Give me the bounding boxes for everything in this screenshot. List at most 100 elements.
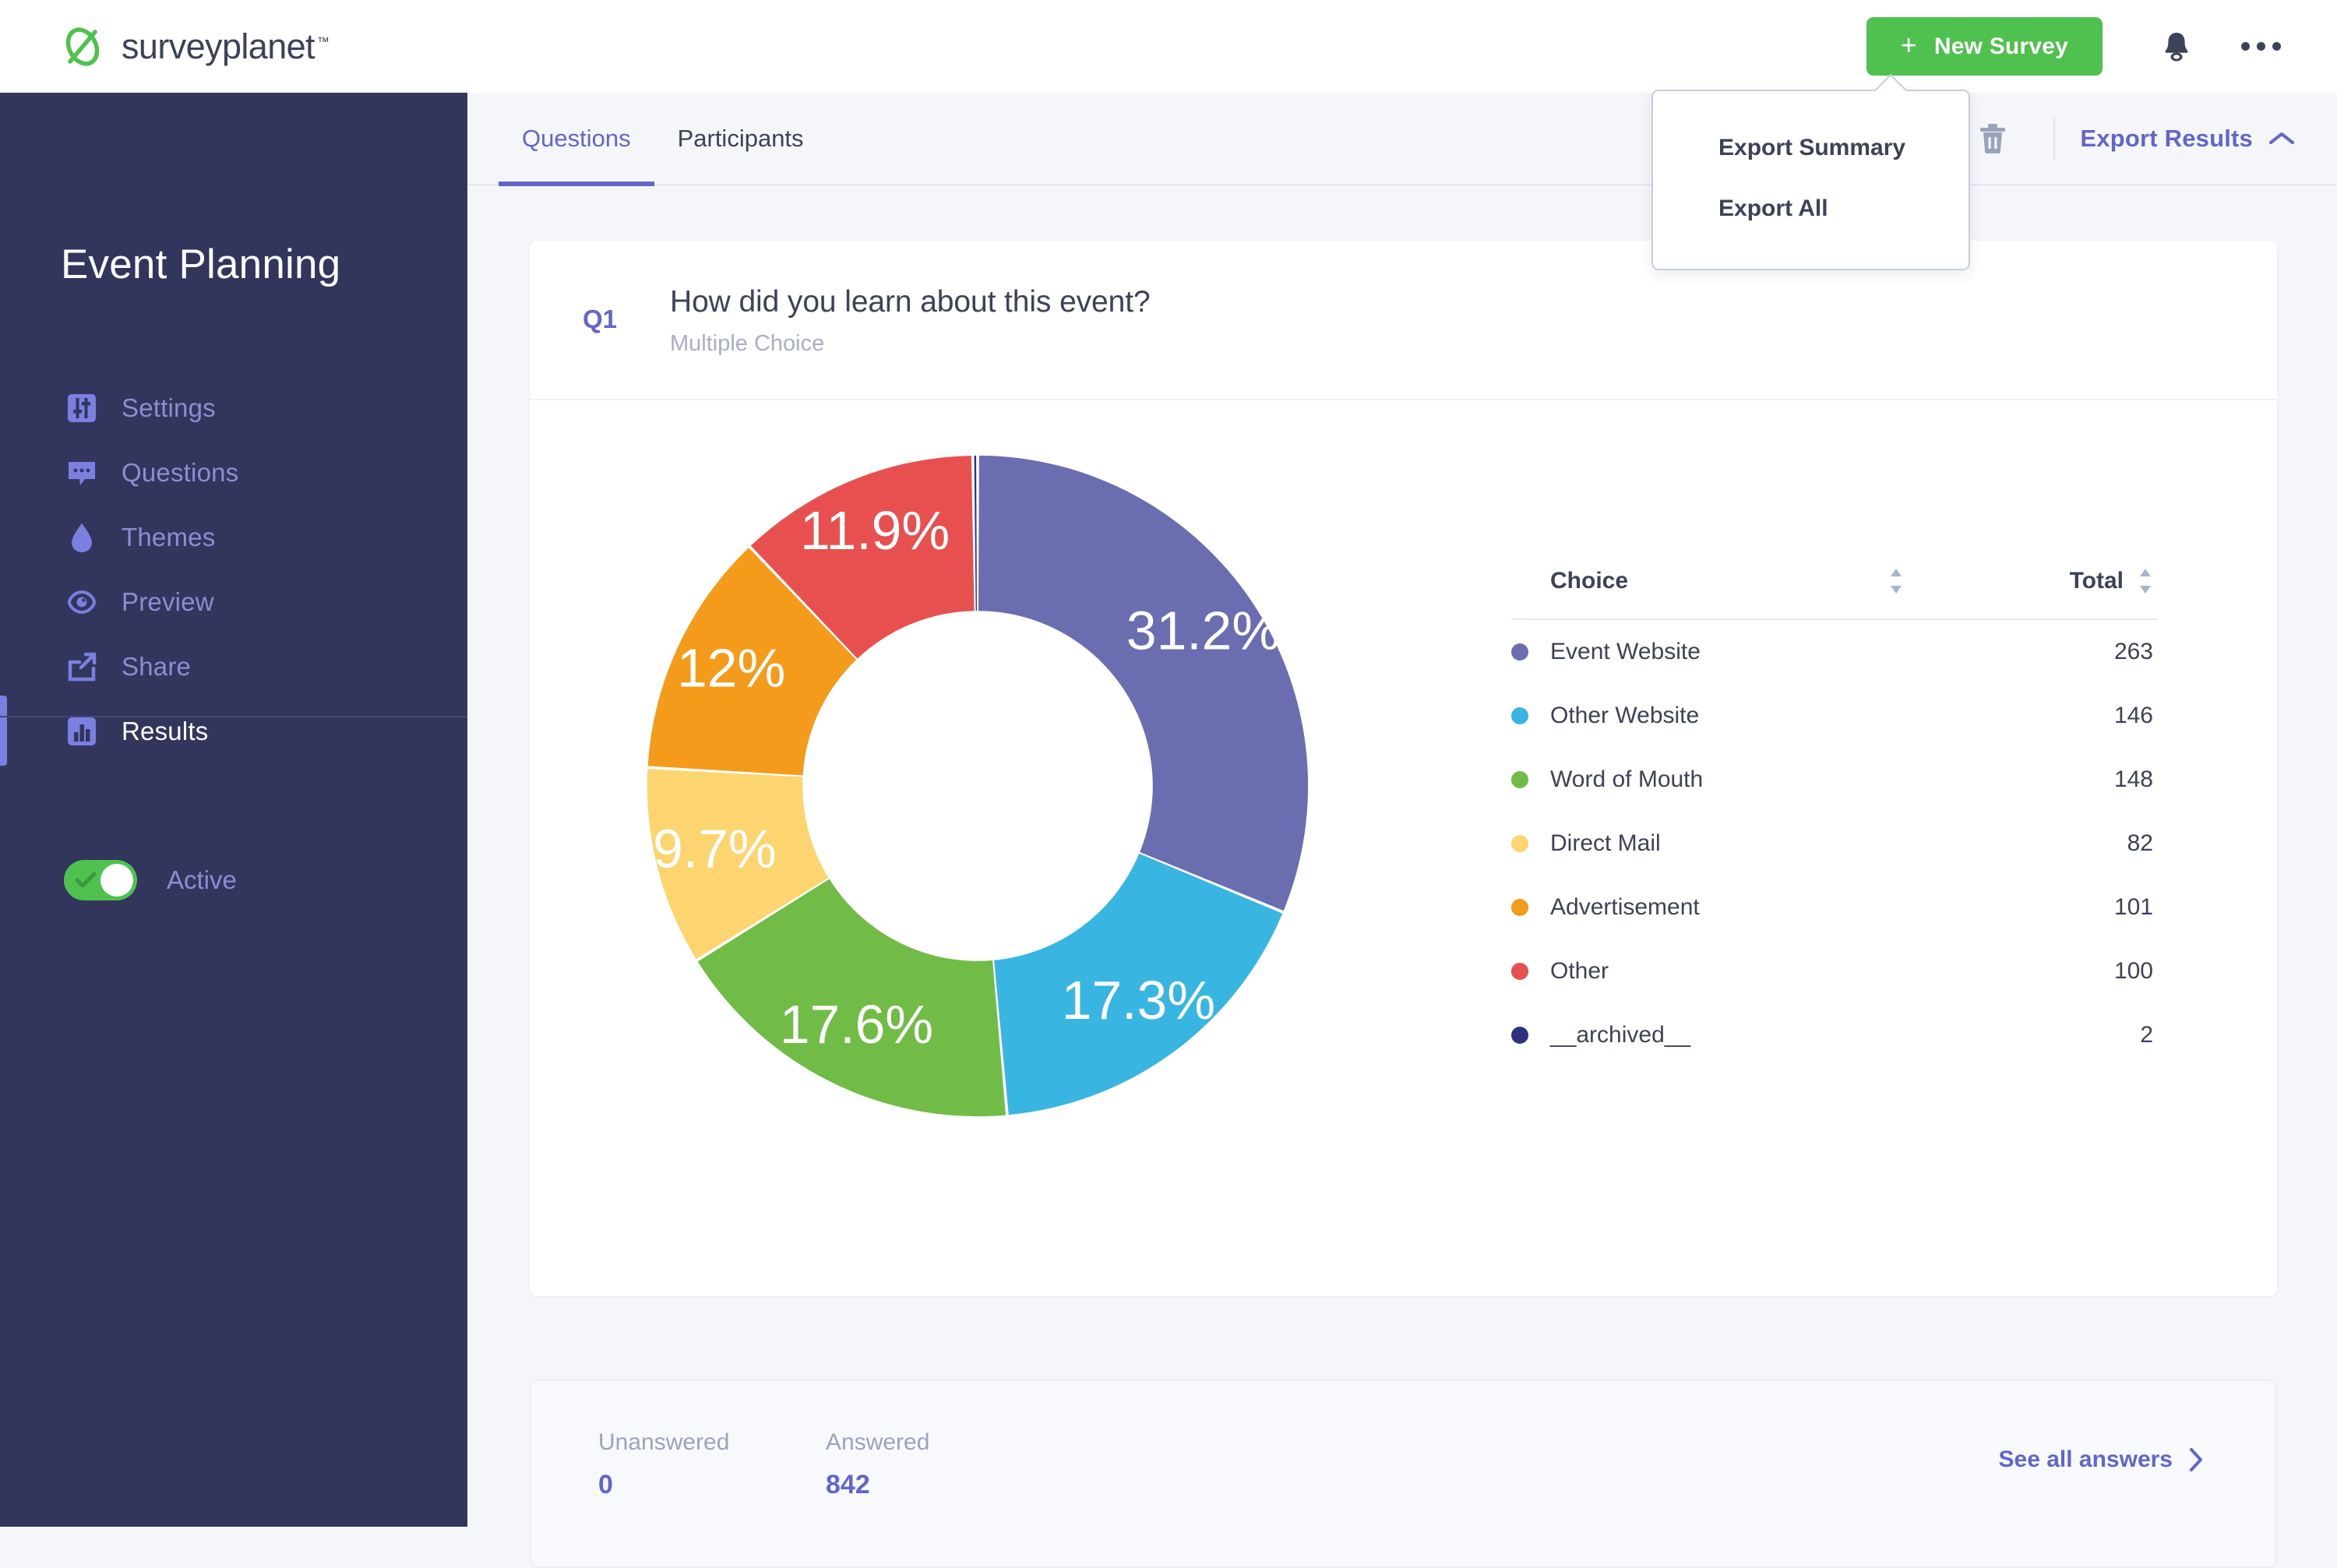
chevron-up-icon bbox=[2269, 132, 2294, 144]
survey-title: Event Planning bbox=[61, 241, 341, 287]
tab-label: Questions bbox=[522, 124, 631, 152]
table-row: Word of Mouth 148 bbox=[1511, 748, 2158, 812]
chevron-right-icon bbox=[2190, 1448, 2202, 1471]
donut-slice[interactable] bbox=[978, 455, 1309, 911]
sort-icon[interactable] bbox=[2138, 564, 2153, 598]
table-row: Other Website 146 bbox=[1511, 684, 2158, 748]
question-text: How did you learn about this event? bbox=[670, 285, 1151, 319]
sidebar-item-label: Questions bbox=[122, 457, 239, 487]
cell-choice: Other bbox=[1550, 957, 1609, 984]
donut-slice-label: 17.6% bbox=[780, 994, 933, 1055]
results-donut-chart: 31.2% 17.3% 17.6% 9.7% 12% 11.9% bbox=[639, 447, 1317, 1125]
stat-unanswered: Unanswered 0 bbox=[598, 1429, 729, 1500]
top-bar: surveyplanet ™ + New Survey bbox=[0, 0, 2337, 93]
legend-color-dot bbox=[1511, 898, 1528, 916]
sliders-icon bbox=[68, 393, 96, 422]
eye-icon bbox=[67, 590, 97, 614]
sidebar-item-results[interactable]: Results bbox=[0, 696, 467, 766]
sidebar: Event Planning Settings Questions Themes… bbox=[0, 93, 467, 1527]
donut-slice-label: 11.9% bbox=[800, 500, 950, 561]
sidebar-item-label: Preview bbox=[122, 587, 214, 616]
export-results-label: Export Results bbox=[2080, 124, 2253, 152]
sidebar-item-share[interactable]: Share bbox=[0, 634, 467, 699]
answer-stats-bar: Unanswered 0 Answered 842 See all answer… bbox=[530, 1379, 2277, 1568]
question-card: Q1 How did you learn about this event? M… bbox=[530, 241, 2277, 1296]
column-header-choice-label: Choice bbox=[1550, 567, 1629, 594]
stat-unanswered-value: 0 bbox=[598, 1470, 613, 1499]
stat-answered-value: 842 bbox=[826, 1470, 870, 1499]
cell-total: 101 bbox=[2113, 893, 2153, 920]
cell-choice: Direct Mail bbox=[1550, 830, 1661, 856]
sidebar-item-questions[interactable]: Questions bbox=[0, 440, 467, 505]
table-row: Other 100 bbox=[1511, 939, 2158, 1003]
menu-item-export-summary[interactable]: Export Summary bbox=[1653, 118, 1969, 178]
sidebar-item-settings[interactable]: Settings bbox=[0, 375, 467, 440]
new-survey-label: New Survey bbox=[1933, 33, 2068, 59]
donut-slice-label: 31.2% bbox=[1126, 601, 1280, 661]
top-bar-actions: + New Survey bbox=[1866, 17, 2281, 76]
menu-item-export-all[interactable]: Export All bbox=[1653, 178, 1969, 239]
legend-color-dot bbox=[1511, 834, 1528, 852]
bell-icon bbox=[2165, 32, 2188, 61]
table-row: __archived__ 2 bbox=[1511, 1003, 2158, 1067]
see-all-answers-label: See all answers bbox=[1998, 1446, 2173, 1472]
brand-trademark: ™ bbox=[316, 35, 330, 49]
legend-color-dot bbox=[1511, 962, 1528, 980]
tab-bar-actions: Export Results bbox=[1957, 117, 2300, 160]
chat-icon bbox=[69, 461, 95, 485]
survey-active-row: Active bbox=[64, 860, 237, 900]
check-icon bbox=[75, 872, 97, 888]
notifications-button[interactable] bbox=[2159, 29, 2194, 65]
cell-choice: Event Website bbox=[1550, 638, 1701, 664]
question-type: Multiple Choice bbox=[670, 330, 825, 356]
cell-total: 148 bbox=[2113, 766, 2153, 792]
legend-color-dot bbox=[1511, 770, 1528, 788]
column-header-total[interactable]: Total bbox=[1904, 564, 2158, 598]
brand-name: surveyplanet ™ bbox=[122, 26, 330, 66]
see-all-answers-link[interactable]: See all answers bbox=[1999, 1446, 2204, 1473]
export-results-button[interactable]: Export Results bbox=[2080, 125, 2300, 153]
table-row: Advertisement 101 bbox=[1511, 876, 2158, 939]
bar-chart-icon bbox=[68, 717, 96, 745]
table-row: Event Website 263 bbox=[1511, 620, 2158, 684]
sidebar-divider bbox=[0, 716, 467, 717]
cell-total: 146 bbox=[2113, 702, 2153, 728]
sidebar-nav: Settings Questions Themes Preview Share … bbox=[0, 375, 467, 766]
sidebar-item-themes[interactable]: Themes bbox=[0, 505, 467, 569]
main-content: Questions Participants Export Results Q1… bbox=[467, 92, 2337, 1568]
survey-active-toggle[interactable] bbox=[64, 860, 137, 900]
legend-color-dot bbox=[1511, 643, 1528, 661]
brand-logo[interactable]: surveyplanet ™ bbox=[61, 25, 330, 69]
donut-slice-label: 17.3% bbox=[1062, 970, 1215, 1031]
donut-svg: 31.2% 17.3% 17.6% 9.7% 12% 11.9% bbox=[647, 455, 1309, 1116]
tab-questions[interactable]: Questions bbox=[499, 92, 654, 186]
sidebar-item-preview[interactable]: Preview bbox=[0, 569, 467, 634]
sort-icon[interactable] bbox=[1888, 564, 1904, 598]
droplet-icon bbox=[72, 523, 92, 552]
more-options-button[interactable] bbox=[2241, 42, 2281, 51]
column-header-total-label: Total bbox=[2069, 567, 2124, 594]
more-horizontal-icon bbox=[2272, 42, 2281, 51]
legend-color-dot bbox=[1511, 1026, 1528, 1044]
donut-slice[interactable] bbox=[974, 455, 977, 611]
survey-active-label: Active bbox=[167, 865, 237, 894]
tab-label: Participants bbox=[677, 124, 804, 152]
toggle-knob bbox=[100, 864, 133, 897]
question-meta: How did you learn about this event? Mult… bbox=[670, 284, 1151, 357]
new-survey-button[interactable]: + New Survey bbox=[1866, 17, 2103, 76]
tab-bar: Questions Participants Export Results bbox=[467, 92, 2337, 186]
more-horizontal-icon bbox=[2241, 42, 2250, 51]
cell-total: 100 bbox=[2113, 957, 2153, 984]
question-number: Q1 bbox=[582, 305, 618, 333]
donut-slice-label: 12% bbox=[677, 637, 785, 698]
cell-total: 82 bbox=[2127, 830, 2153, 856]
trash-icon bbox=[1980, 123, 2006, 153]
app-root: surveyplanet ™ + New Survey Event Planni… bbox=[0, 0, 2337, 1568]
table-row: Direct Mail 82 bbox=[1511, 812, 2158, 876]
sidebar-item-label: Share bbox=[122, 651, 192, 681]
column-header-choice[interactable]: Choice bbox=[1511, 568, 1874, 594]
results-table: Choice Total Event Website 263 Other Web… bbox=[1511, 564, 2158, 1067]
toolbar-divider bbox=[2053, 117, 2056, 160]
stat-answered: Answered 842 bbox=[826, 1429, 929, 1500]
tab-participants[interactable]: Participants bbox=[654, 92, 827, 185]
